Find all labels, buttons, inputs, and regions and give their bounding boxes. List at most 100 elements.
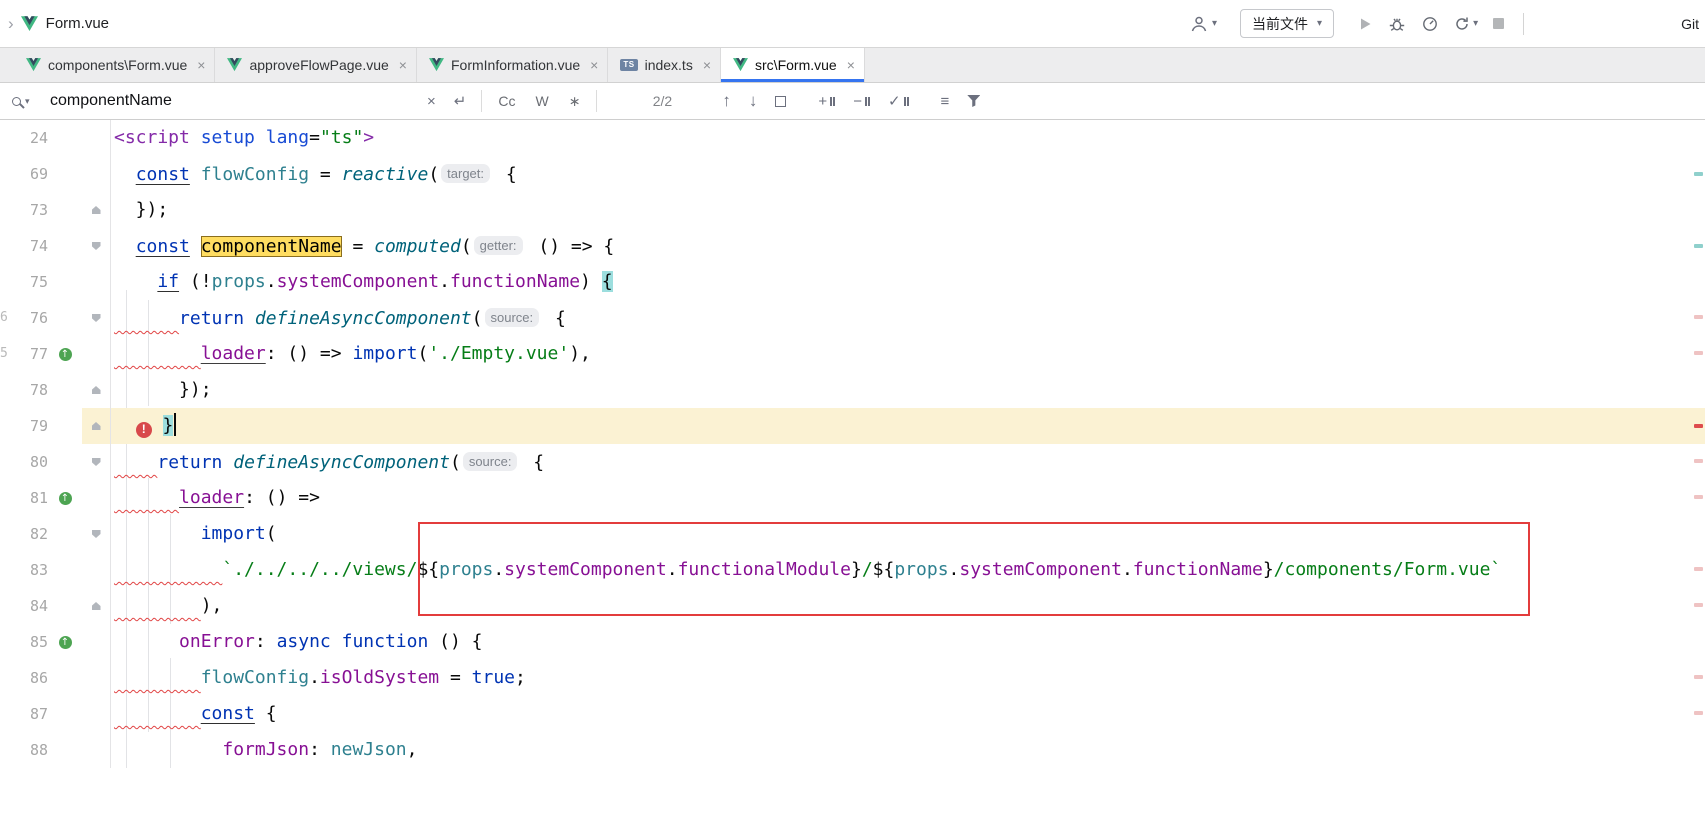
code-text[interactable]: return defineAsyncComponent(source: { [111, 444, 1705, 480]
fold-start-icon[interactable] [92, 530, 101, 538]
tab-close-icon[interactable]: × [399, 57, 407, 73]
fold-start-icon[interactable] [92, 314, 101, 322]
line-number[interactable]: 82 [14, 516, 48, 552]
profile-button[interactable]: ▾ [1187, 12, 1219, 36]
line-number[interactable]: 81 [14, 480, 48, 516]
fold-end-icon[interactable] [92, 422, 101, 430]
code-text[interactable]: }); [111, 192, 1705, 228]
tab-forminformation-vue[interactable]: FormInformation.vue× [417, 48, 608, 82]
line-number[interactable]: 24 [14, 120, 48, 156]
fold-start-icon[interactable] [92, 242, 101, 250]
line-number[interactable]: 83 [14, 552, 48, 588]
words-toggle[interactable]: W [535, 93, 548, 109]
code-token: { [544, 308, 566, 329]
clear-search-icon[interactable]: × [427, 93, 436, 110]
search-input[interactable] [50, 92, 418, 110]
code-text[interactable]: formJson: newJson, [111, 732, 1705, 768]
code-text[interactable]: const flowConfig = reactive(target: { [111, 156, 1705, 192]
fold-end-icon[interactable] [92, 602, 101, 610]
tab-close-icon[interactable]: × [703, 57, 711, 73]
newline-icon[interactable]: ↵ [454, 92, 467, 110]
stripe-mark[interactable] [1694, 675, 1703, 679]
occurrence-bars-icon [904, 97, 909, 106]
tab-index-ts[interactable]: TSindex.ts× [608, 48, 721, 82]
regex-toggle[interactable]: ∗ [569, 93, 581, 110]
line-number[interactable]: 75 [14, 264, 48, 300]
code-text[interactable]: `./../../../views/${props.systemComponen… [111, 552, 1705, 588]
line-number[interactable]: 77 [14, 336, 48, 372]
tab-close-icon[interactable]: × [197, 57, 205, 73]
add-occurrence-button[interactable]: + [818, 93, 835, 110]
stripe-mark[interactable] [1694, 244, 1703, 248]
search-icon[interactable]: ▾ [12, 96, 50, 107]
code-text[interactable]: const { [111, 696, 1705, 732]
fold-start-icon[interactable] [92, 458, 101, 466]
code-text[interactable]: const componentName = computed(getter: (… [111, 228, 1705, 264]
line-number[interactable]: 86 [14, 660, 48, 696]
gutter-up-arrow-icon[interactable]: ↑ [59, 636, 72, 649]
line-number[interactable]: 73 [14, 192, 48, 228]
stripe-mark[interactable] [1694, 172, 1703, 176]
code-text[interactable]: import( [111, 516, 1705, 552]
gutter-up-arrow-icon[interactable]: ↑ [59, 492, 72, 505]
fold-end-icon[interactable] [92, 206, 101, 214]
stripe-mark[interactable] [1694, 351, 1703, 355]
fold-end-icon[interactable] [92, 386, 101, 394]
next-match-button[interactable]: ↓ [749, 91, 758, 111]
code-text[interactable]: loader: () => import('./Empty.vue'), [111, 336, 1705, 372]
tab-close-icon[interactable]: × [590, 57, 598, 73]
stripe-mark[interactable] [1694, 315, 1703, 319]
line-number[interactable]: 79 [14, 408, 48, 444]
stripe-mark[interactable] [1694, 567, 1703, 571]
line-number[interactable]: 84 [14, 588, 48, 624]
line-number[interactable]: 69 [14, 156, 48, 192]
filter-icon[interactable] [967, 95, 980, 107]
gutter-up-arrow-icon[interactable]: ↑ [59, 348, 72, 361]
code-text[interactable]: loader: () => [111, 480, 1705, 516]
line-number[interactable]: 88 [14, 732, 48, 768]
code-text[interactable]: <script setup lang="ts"> [111, 120, 1705, 156]
line-number[interactable]: 85 [14, 624, 48, 660]
stop-button[interactable] [1491, 16, 1506, 31]
code-token: . [439, 271, 450, 292]
current-file-dropdown[interactable]: 当前文件 ▾ [1240, 9, 1334, 38]
rerun-button[interactable]: ▾ [1452, 14, 1480, 34]
line-number[interactable]: 80 [14, 444, 48, 480]
line-number[interactable]: 87 [14, 696, 48, 732]
error-icon[interactable]: ! [136, 422, 152, 438]
select-all-occurrences-button[interactable]: ✓ [888, 92, 909, 110]
previous-match-button[interactable]: ↑ [722, 91, 731, 111]
line-number[interactable]: 78 [14, 372, 48, 408]
stripe-mark[interactable] [1694, 424, 1703, 428]
search-in-selection-icon[interactable] [775, 96, 786, 107]
line-number[interactable]: 76 [14, 300, 48, 336]
code-text[interactable]: ! } [111, 408, 1705, 444]
remove-occurrence-button[interactable]: − [853, 93, 870, 110]
code-text[interactable]: flowConfig.isOldSystem = true; [111, 660, 1705, 696]
multiline-search-icon[interactable]: ≡ [941, 93, 950, 110]
tab-src-form-vue[interactable]: src\Form.vue× [721, 48, 865, 82]
code-text[interactable]: return defineAsyncComponent(source: { [111, 300, 1705, 336]
git-toolbar-label[interactable]: Git [1681, 16, 1699, 32]
code-text[interactable]: if (!props.systemComponent.functionName)… [111, 264, 1705, 300]
code-text[interactable]: }); [111, 372, 1705, 408]
stripe-mark[interactable] [1694, 459, 1703, 463]
tab-close-icon[interactable]: × [847, 57, 855, 73]
debug-button[interactable] [1386, 13, 1408, 35]
profiler-button[interactable] [1419, 13, 1441, 35]
editor[interactable]: 24 <script setup lang="ts"> 69 const flowC… [0, 120, 1705, 820]
run-button[interactable] [1355, 14, 1375, 34]
code-line: 73 }); [0, 192, 1705, 228]
line-number[interactable]: 74 [14, 228, 48, 264]
stripe-mark[interactable] [1694, 711, 1703, 715]
person-icon [1189, 14, 1209, 34]
scrollbar-error-stripe[interactable] [1691, 120, 1705, 820]
stripe-mark[interactable] [1694, 495, 1703, 499]
code-text[interactable]: ), [111, 588, 1705, 624]
code-token: componentName [201, 236, 342, 257]
stripe-mark[interactable] [1694, 603, 1703, 607]
match-case-toggle[interactable]: Cc [498, 93, 515, 109]
tab-components-form-vue[interactable]: components\Form.vue× [14, 48, 215, 82]
tab-approveflowpage-vue[interactable]: approveFlowPage.vue× [215, 48, 417, 82]
code-text[interactable]: onError: async function () { [111, 624, 1705, 660]
